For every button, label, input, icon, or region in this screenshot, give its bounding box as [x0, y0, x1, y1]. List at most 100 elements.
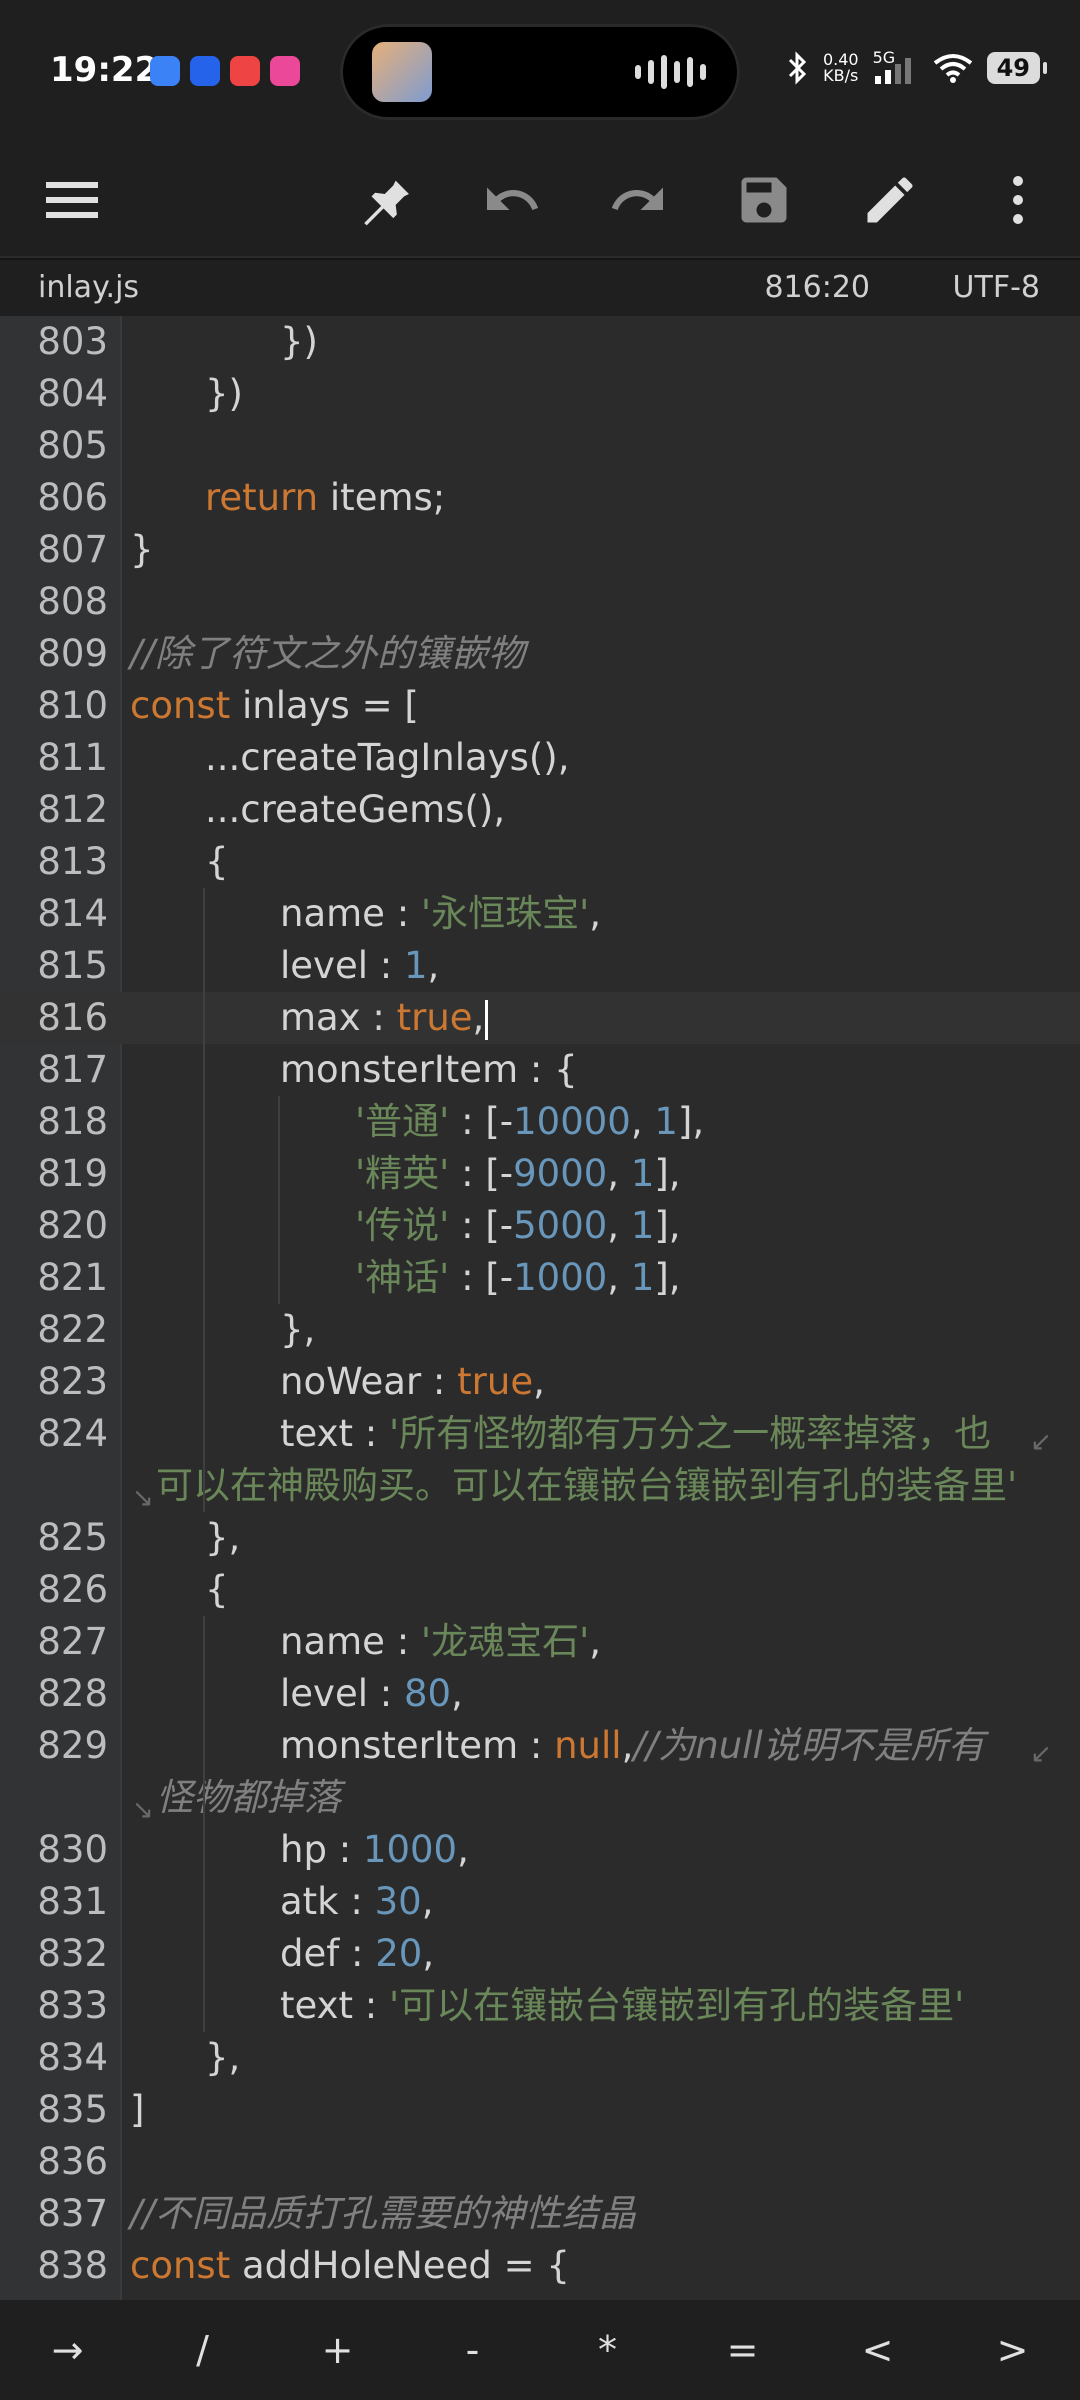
code-line[interactable]: 830 hp : 1000,: [0, 1824, 1080, 1876]
code-text: name : '龙魂宝石',: [280, 1616, 601, 1668]
code-line[interactable]: 824 text : '所有怪物都有万分之一概率掉落，也 ↙: [0, 1408, 1080, 1460]
punctuation-token: ,: [451, 1672, 463, 1715]
symbol-key[interactable]: /: [158, 2328, 248, 2372]
code-line[interactable]: 833 text : '可以在镶嵌台镶嵌到有孔的装备里': [0, 1980, 1080, 2032]
punctuation-token: : [-: [449, 1100, 514, 1143]
code-line[interactable]: 811 ...createTagInlays(),: [0, 732, 1080, 784]
code-line[interactable]: 831 atk : 30,: [0, 1876, 1080, 1928]
line-number: 810: [37, 684, 108, 727]
dynamic-island[interactable]: [340, 24, 740, 120]
more-vertical-icon: [1013, 176, 1023, 224]
code-line[interactable]: 803}): [0, 316, 1080, 368]
code-line[interactable]: 820 '传说' : [-5000, 1],: [0, 1200, 1080, 1252]
menu-button[interactable]: [40, 168, 104, 232]
redo-icon: [611, 187, 663, 210]
comment-token: //不同品质打孔需要的神性结晶: [130, 2192, 636, 2235]
punctuation-token: ,: [422, 1932, 435, 1975]
symbol-key[interactable]: -: [428, 2328, 518, 2372]
code-text: hp : 1000,: [280, 1824, 469, 1876]
code-text: }): [280, 316, 318, 368]
line-number: 816: [37, 996, 108, 1039]
code-line[interactable]: 835]: [0, 2084, 1080, 2136]
code-line[interactable]: 823 noWear : true,: [0, 1356, 1080, 1408]
more-options-button[interactable]: [986, 168, 1050, 232]
code-line[interactable]: 828 level : 80,: [0, 1668, 1080, 1720]
code-line[interactable]: 818 '普通' : [-10000, 1],: [0, 1096, 1080, 1148]
punctuation-token: ]: [130, 2088, 145, 2131]
code-line[interactable]: 816 max : true,: [0, 992, 1080, 1044]
punctuation-token: ,: [533, 1360, 545, 1403]
punctuation-token: },: [205, 1516, 241, 1559]
symbol-key[interactable]: =: [698, 2328, 788, 2372]
string-token: '龙魂宝石': [420, 1620, 590, 1663]
code-line[interactable]: 804}): [0, 368, 1080, 420]
line-number: 817: [37, 1048, 108, 1091]
symbol-key[interactable]: +: [293, 2328, 383, 2372]
code-line[interactable]: 829 monsterItem : null,//为null说明不是所有 ↙: [0, 1720, 1080, 1772]
code-line[interactable]: 813 {: [0, 836, 1080, 888]
punctuation-token: text :: [280, 1412, 390, 1455]
code-line[interactable]: 808: [0, 576, 1080, 628]
code-line[interactable]: 805: [0, 420, 1080, 472]
symbol-key[interactable]: >: [968, 2328, 1058, 2372]
pin-button[interactable]: [354, 168, 418, 232]
code-line[interactable]: 809 //除了符文之外的镶嵌物: [0, 628, 1080, 680]
code-line[interactable]: 814 name : '永恒珠宝',: [0, 888, 1080, 940]
file-encoding[interactable]: UTF-8: [953, 270, 1040, 305]
punctuation-token: items;: [318, 476, 446, 519]
code-text: '传说' : [-5000, 1],: [355, 1200, 681, 1252]
code-line[interactable]: 819 '精英' : [-9000, 1],: [0, 1148, 1080, 1200]
code-line[interactable]: 817 monsterItem : {: [0, 1044, 1080, 1096]
code-line[interactable]: 825},: [0, 1512, 1080, 1564]
punctuation-token: ],: [654, 1152, 681, 1195]
line-number: 833: [37, 1984, 108, 2027]
code-line[interactable]: 836: [0, 2136, 1080, 2188]
code-line-continuation[interactable]: ↘ 怪物都掉落: [0, 1772, 1080, 1825]
code-line[interactable]: 838 const addHoleNeed = {: [0, 2240, 1080, 2292]
file-name[interactable]: inlay.js: [38, 270, 139, 305]
code-line[interactable]: 837 //不同品质打孔需要的神性结晶: [0, 2188, 1080, 2240]
comment-token: 怪物都掉落: [156, 1776, 341, 1819]
punctuation-token: text :: [280, 1984, 390, 2027]
code-line[interactable]: 812 ...createGems(),: [0, 784, 1080, 836]
code-line[interactable]: 832 def : 20,: [0, 1928, 1080, 1980]
code-line-continuation[interactable]: ↘ 可以在神殿购买。可以在镶嵌台镶嵌到有孔的装备里': [0, 1460, 1080, 1513]
code-text: atk : 30,: [280, 1876, 433, 1928]
symbol-key[interactable]: *: [563, 2328, 653, 2372]
symbol-key[interactable]: →: [23, 2328, 113, 2372]
keyword-token: const: [130, 684, 231, 727]
string-token: '精英': [355, 1152, 450, 1195]
number-token: 1: [654, 1100, 678, 1143]
punctuation-token: ],: [654, 1256, 681, 1299]
code-line[interactable]: 810 const inlays = [: [0, 680, 1080, 732]
code-text: //不同品质打孔需要的神性结晶: [130, 2188, 636, 2240]
file-info-bar: inlay.js 816:20 UTF-8: [0, 258, 1080, 318]
code-text: name : '永恒珠宝',: [280, 888, 601, 940]
code-line[interactable]: 827 name : '龙魂宝石',: [0, 1616, 1080, 1668]
undo-button[interactable]: [480, 168, 544, 232]
redo-button[interactable]: [606, 168, 670, 232]
line-number: 834: [37, 2036, 108, 2079]
symbol-key-bar: → / + - * = < >: [0, 2300, 1080, 2400]
code-text: '精英' : [-9000, 1],: [355, 1148, 681, 1200]
code-line[interactable]: 834},: [0, 2032, 1080, 2084]
code-text: {: [205, 1564, 229, 1616]
code-line[interactable]: 807}: [0, 524, 1080, 576]
punctuation-token: atk :: [280, 1880, 375, 1923]
code-editor[interactable]: 803}) 804}) 805 806 return items; 807} 808 809/…: [0, 316, 1080, 2300]
line-number: 804: [37, 372, 108, 415]
code-line[interactable]: 821 '神话' : [-1000, 1],: [0, 1252, 1080, 1304]
punctuation-token: }): [280, 320, 318, 363]
code-line[interactable]: 815 level : 1,: [0, 940, 1080, 992]
punctuation-token: noWear :: [280, 1360, 458, 1403]
line-number: 836: [37, 2140, 108, 2183]
save-button[interactable]: [732, 168, 796, 232]
number-token: 1000: [513, 1256, 608, 1299]
string-token: '传说': [355, 1204, 450, 1247]
line-number: 827: [37, 1620, 108, 1663]
code-line[interactable]: 826 {: [0, 1564, 1080, 1616]
symbol-key[interactable]: <: [833, 2328, 923, 2372]
edit-button[interactable]: [858, 168, 922, 232]
code-line[interactable]: 806 return items;: [0, 472, 1080, 524]
code-line[interactable]: 822},: [0, 1304, 1080, 1356]
